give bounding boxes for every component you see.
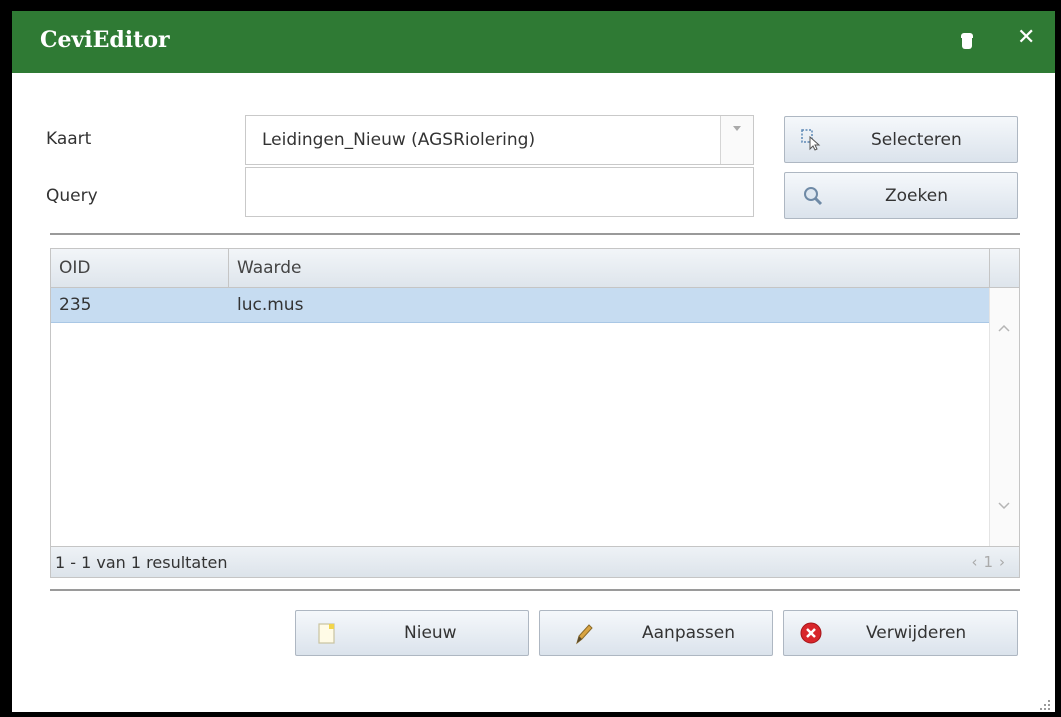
select-cursor-icon (801, 129, 821, 156)
pencil-icon (574, 623, 594, 650)
close-icon[interactable]: ✕ (1017, 27, 1035, 49)
grid-footer: 1 - 1 van 1 resultaten ‹1› (51, 546, 1019, 577)
cell-oid: 235 (59, 295, 92, 315)
edit-button[interactable]: Aanpassen (539, 610, 773, 656)
kaart-label: Kaart (46, 129, 92, 149)
bottom-divider (50, 589, 1020, 591)
grid-header-corner (989, 249, 1019, 288)
column-header-waarde[interactable]: Waarde (229, 249, 989, 287)
pager: ‹1› (971, 553, 1011, 571)
column-header-oid[interactable]: OID (51, 249, 228, 287)
new-document-icon (318, 623, 336, 650)
dropdown-arrow-icon[interactable] (720, 116, 753, 164)
grid-header: OID Waarde (51, 249, 989, 288)
new-button-label: Nieuw (404, 623, 457, 643)
pager-next[interactable]: › (999, 553, 1011, 571)
search-button-label: Zoeken (885, 185, 948, 206)
new-button[interactable]: Nieuw (295, 610, 529, 656)
edit-button-label: Aanpassen (642, 623, 735, 643)
search-button[interactable]: Zoeken (784, 172, 1018, 219)
kaart-select-value: Leidingen_Nieuw (AGSRiolering) (262, 130, 536, 150)
table-row[interactable]: 235 luc.mus (51, 288, 989, 323)
delete-x-icon (800, 622, 822, 649)
search-icon (803, 186, 823, 211)
window-title: CeviEditor (40, 27, 170, 53)
delete-button[interactable]: Verwijderen (783, 610, 1018, 656)
resize-grip-icon[interactable] (1039, 696, 1051, 710)
results-count: 1 - 1 van 1 resultaten (55, 553, 228, 572)
chevron-up-icon[interactable] (998, 322, 1010, 334)
select-button-label: Selecteren (871, 129, 962, 150)
pager-page[interactable]: 1 (983, 553, 999, 571)
query-input[interactable] (245, 167, 754, 217)
kaart-select[interactable]: Leidingen_Nieuw (AGSRiolering) (245, 115, 754, 165)
cell-waarde: luc.mus (237, 295, 304, 315)
results-grid[interactable]: OID Waarde 235 luc.mus 1 - 1 van 1 resul… (50, 248, 1020, 578)
pager-prev[interactable]: ‹ (971, 553, 983, 571)
select-button[interactable]: Selecteren (784, 116, 1018, 163)
query-label: Query (46, 186, 98, 206)
delete-button-label: Verwijderen (866, 623, 967, 643)
vertical-scrollbar[interactable] (989, 288, 1019, 546)
title-bar[interactable]: CeviEditor ✕ (12, 11, 1055, 73)
cevieditor-window: CeviEditor ✕ Kaart Leidingen_Nieuw (AGSR… (12, 11, 1055, 712)
chevron-down-icon[interactable] (998, 500, 1010, 512)
top-divider (50, 233, 1020, 235)
pin-icon[interactable] (960, 33, 974, 51)
